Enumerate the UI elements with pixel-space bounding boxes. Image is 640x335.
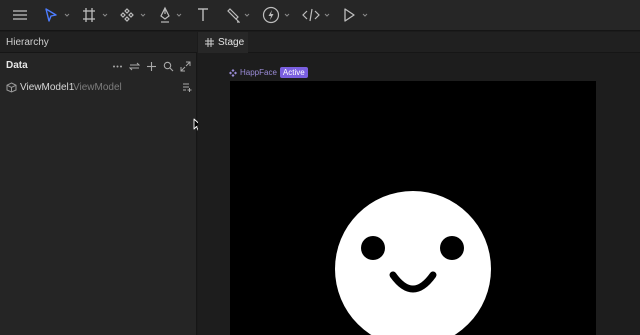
component-icon	[229, 68, 237, 77]
viewmodel-type: ViewModel	[73, 82, 122, 93]
data-actions	[112, 59, 191, 72]
stage-tab-label: Stage	[218, 37, 245, 48]
play-icon[interactable]	[342, 5, 356, 25]
artboard-frame-icon[interactable]	[82, 5, 96, 25]
hierarchy-header: Hierarchy	[0, 32, 197, 53]
menu-icon[interactable]	[12, 5, 28, 25]
chevron-down-icon[interactable]	[176, 12, 182, 18]
data-section-title: Data	[6, 60, 28, 71]
chevron-down-icon[interactable]	[324, 12, 330, 18]
happy-face-graphic	[335, 191, 491, 335]
add-property-icon[interactable]	[182, 82, 192, 92]
select-pointer-icon[interactable]	[44, 5, 58, 25]
left-eye	[361, 236, 385, 260]
tab-stage[interactable]: Stage	[198, 32, 248, 53]
artboard-name: HappFace	[240, 68, 277, 77]
text-icon[interactable]	[196, 5, 210, 25]
search-icon[interactable]	[163, 59, 174, 72]
artboard-active-badge: Active	[279, 67, 308, 78]
expand-icon[interactable]	[180, 59, 191, 72]
add-icon[interactable]	[146, 59, 157, 71]
chevron-down-icon[interactable]	[362, 12, 368, 18]
artboard-label[interactable]: HappFace Active	[229, 67, 308, 78]
stage-tab-bar: Stage	[198, 32, 640, 53]
data-section-header: Data	[0, 54, 197, 76]
hierarchy-panel: Hierarchy Data ViewModel1 ViewModel	[0, 32, 197, 335]
chevron-down-icon[interactable]	[64, 12, 70, 18]
code-icon[interactable]	[302, 5, 320, 25]
right-eye	[440, 236, 464, 260]
hash-frame-icon	[205, 38, 214, 47]
cube-icon	[6, 82, 17, 93]
viewmodel-name: ViewModel1	[20, 82, 75, 93]
chevron-down-icon[interactable]	[102, 12, 108, 18]
artboard-canvas[interactable]	[230, 81, 596, 335]
chevron-down-icon[interactable]	[140, 12, 146, 18]
face-circle	[335, 191, 491, 335]
main-toolbar	[0, 0, 640, 31]
stage-panel: Stage HappFace Active	[198, 32, 640, 335]
brush-icon[interactable]	[226, 5, 240, 25]
chevron-down-icon[interactable]	[284, 12, 290, 18]
lightning-icon[interactable]	[262, 5, 280, 25]
swap-icon[interactable]	[128, 59, 141, 71]
pen-icon[interactable]	[158, 5, 172, 25]
more-icon[interactable]	[112, 59, 123, 70]
hierarchy-title: Hierarchy	[6, 37, 49, 48]
chevron-down-icon[interactable]	[244, 12, 250, 18]
viewmodel-row[interactable]: ViewModel1 ViewModel	[0, 80, 197, 96]
component-diamond-icon[interactable]	[120, 5, 134, 25]
